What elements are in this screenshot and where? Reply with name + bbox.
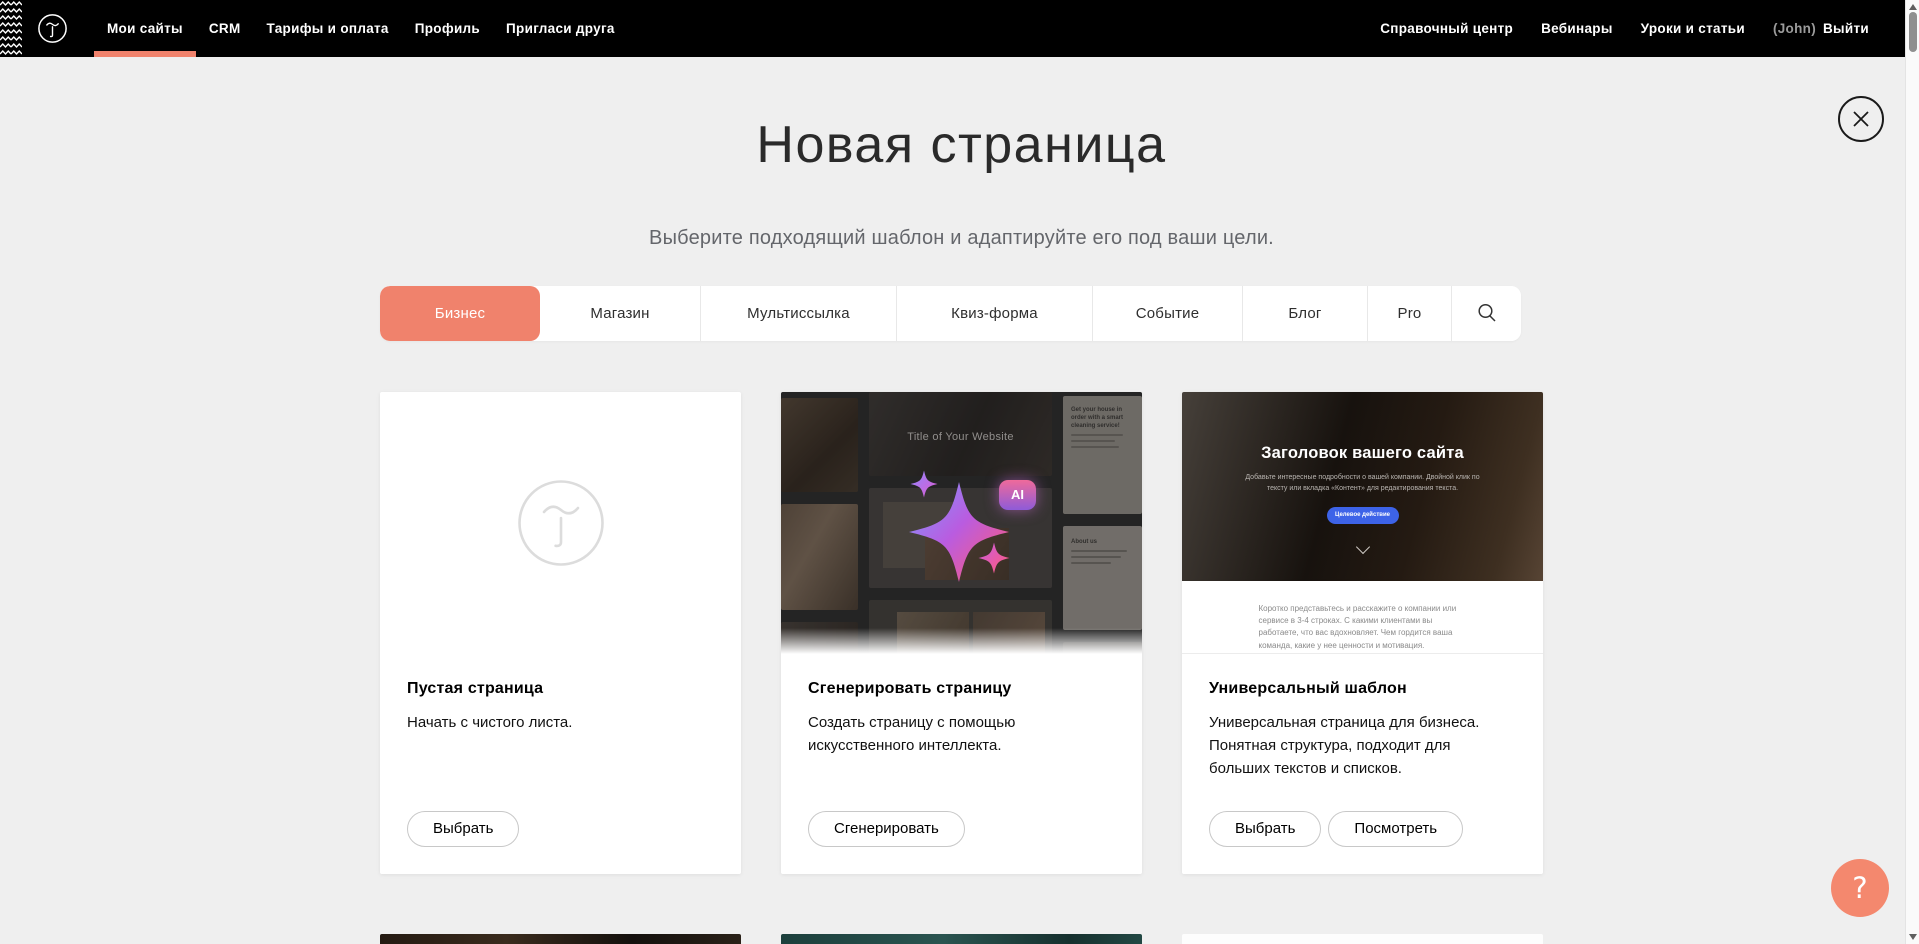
nav-menu-left: Мои сайты CRM Тарифы и оплата Профиль Пр… [94, 0, 628, 57]
nav-item-label: Справочный центр [1380, 21, 1513, 36]
nav-item-help-center[interactable]: Справочный центр [1366, 0, 1527, 57]
card-description: Универсальная страница для бизнеса. Поня… [1209, 711, 1509, 781]
scrollbar-down-arrow[interactable] [1909, 934, 1917, 940]
template-grid: Пустая страница Начать с чистого листа. … [380, 392, 1543, 874]
card-actions: Выбрать Посмотреть [1209, 811, 1463, 847]
page-subtitle: Выберите подходящий шаблон и адаптируйте… [380, 226, 1543, 250]
new-page-dialog: Мои сайты CRM Тарифы и оплата Профиль Пр… [0, 0, 1919, 944]
nav-item-profile[interactable]: Профиль [402, 0, 493, 57]
chevron-down-icon [1355, 540, 1369, 554]
tilda-logo[interactable] [37, 0, 68, 57]
ai-sparkles-icon [781, 392, 1142, 654]
ai-badge: AI [999, 480, 1036, 510]
tab-label: Квиз-форма [951, 305, 1038, 322]
template-about-section: Коротко представьтесь и расскажите о ком… [1182, 581, 1543, 654]
scrollbar-up-arrow[interactable] [1909, 4, 1917, 10]
template-grid-row2 [380, 934, 1543, 944]
card-body: Универсальный шаблон Универсальная стран… [1182, 654, 1543, 874]
template-card-blank-page[interactable]: Пустая страница Начать с чистого листа. … [380, 392, 741, 874]
template-card-partial[interactable] [1182, 934, 1543, 944]
template-card-partial[interactable] [781, 934, 1142, 944]
nav-item-label: Профиль [415, 21, 480, 36]
nav-item-label: CRM [209, 21, 241, 36]
nav-item-label: Уроки и статьи [1641, 21, 1745, 36]
tab-event[interactable]: Событие [1093, 286, 1243, 341]
nav-item-label: Тарифы и оплата [267, 21, 389, 36]
tab-multilink[interactable]: Мультиссылка [701, 286, 897, 341]
search-icon [1476, 302, 1498, 324]
tab-label: Мультиссылка [747, 305, 850, 322]
top-navigation-bar: Мои сайты CRM Тарифы и оплата Профиль Пр… [0, 0, 1905, 57]
tab-label: Блог [1288, 305, 1321, 322]
card-title: Пустая страница [407, 680, 714, 698]
tab-label: Бизнес [435, 305, 485, 322]
tab-quiz-form[interactable]: Квиз-форма [897, 286, 1093, 341]
template-card-partial[interactable] [380, 934, 741, 944]
nav-item-my-sites[interactable]: Мои сайты [94, 0, 196, 57]
card-actions: Выбрать [407, 811, 519, 847]
page-title: Новая страница [380, 112, 1543, 179]
tab-business[interactable]: Бизнес [380, 286, 540, 341]
choose-button[interactable]: Выбрать [407, 811, 519, 847]
close-icon [1851, 109, 1871, 129]
nav-item-label: Вебинары [1541, 21, 1613, 36]
generate-button[interactable]: Сгенерировать [808, 811, 965, 847]
scrollbar-thumb[interactable] [1909, 12, 1917, 52]
card-actions: Сгенерировать [808, 811, 965, 847]
logout-label: Выйти [1823, 21, 1869, 36]
collage-fade [781, 628, 1142, 654]
vertical-scrollbar[interactable] [1905, 0, 1919, 944]
template-collage: Title of Your Website Get your house in … [781, 392, 1142, 654]
tab-store[interactable]: Магазин [540, 286, 701, 341]
template-cta-button: Целевое действие [1327, 507, 1399, 524]
nav-item-logout[interactable]: (John) Выйти [1759, 0, 1869, 57]
tab-pro[interactable]: Pro [1368, 286, 1452, 341]
active-nav-underline [94, 51, 196, 57]
template-hero-section: Заголовок вашего сайта Добавьте интересн… [1182, 392, 1543, 581]
template-hero-title: Заголовок вашего сайта [1261, 444, 1464, 463]
blank-page-preview [380, 392, 741, 654]
template-category-tabs: Бизнес Магазин Мультиссылка Квиз-форма С… [380, 286, 1521, 341]
tilda-logo-icon [37, 13, 68, 44]
tab-label: Событие [1136, 305, 1200, 322]
template-card-ai-generate[interactable]: Title of Your Website Get your house in … [781, 392, 1142, 874]
template-about-text: Коротко представьтесь и расскажите о ком… [1259, 603, 1467, 653]
nav-item-lessons[interactable]: Уроки и статьи [1627, 0, 1759, 57]
preview-button[interactable]: Посмотреть [1328, 811, 1463, 847]
user-name: (John) [1773, 21, 1816, 36]
tab-label: Pro [1398, 305, 1422, 322]
template-hero-subtitle: Добавьте интересные подробности о вашей … [1237, 472, 1489, 494]
tab-search[interactable] [1452, 286, 1521, 341]
help-button[interactable]: ? [1831, 859, 1889, 917]
ai-generate-preview: Title of Your Website Get your house in … [781, 392, 1142, 654]
nav-item-label: Пригласи друга [506, 21, 615, 36]
nav-item-invite-friend[interactable]: Пригласи друга [493, 0, 628, 57]
zigzag-pattern-decoration [0, 0, 22, 57]
choose-button[interactable]: Выбрать [1209, 811, 1321, 847]
card-title: Сгенерировать страницу [808, 680, 1115, 698]
template-card-universal[interactable]: Заголовок вашего сайта Добавьте интересн… [1182, 392, 1543, 874]
card-body: Сгенерировать страницу Создать страницу … [781, 654, 1142, 874]
nav-item-crm[interactable]: CRM [196, 0, 254, 57]
card-title: Универсальный шаблон [1209, 680, 1516, 698]
close-dialog-button[interactable] [1838, 96, 1884, 142]
universal-template-preview: Заголовок вашего сайта Добавьте интересн… [1182, 392, 1543, 654]
card-description: Начать с чистого листа. [407, 711, 707, 734]
dialog-content: Новая страница Выберите подходящий шабло… [380, 57, 1543, 944]
card-body: Пустая страница Начать с чистого листа. … [380, 654, 741, 874]
nav-item-pricing[interactable]: Тарифы и оплата [254, 0, 402, 57]
tab-label: Магазин [590, 305, 649, 322]
nav-item-label: Мои сайты [107, 21, 183, 36]
card-description: Создать страницу с помощью искусственног… [808, 711, 1108, 758]
nav-item-webinars[interactable]: Вебинары [1527, 0, 1627, 57]
tab-blog[interactable]: Блог [1243, 286, 1368, 341]
nav-menu-right: Справочный центр Вебинары Уроки и статьи… [1366, 0, 1869, 57]
tilda-watermark-icon [516, 478, 606, 568]
